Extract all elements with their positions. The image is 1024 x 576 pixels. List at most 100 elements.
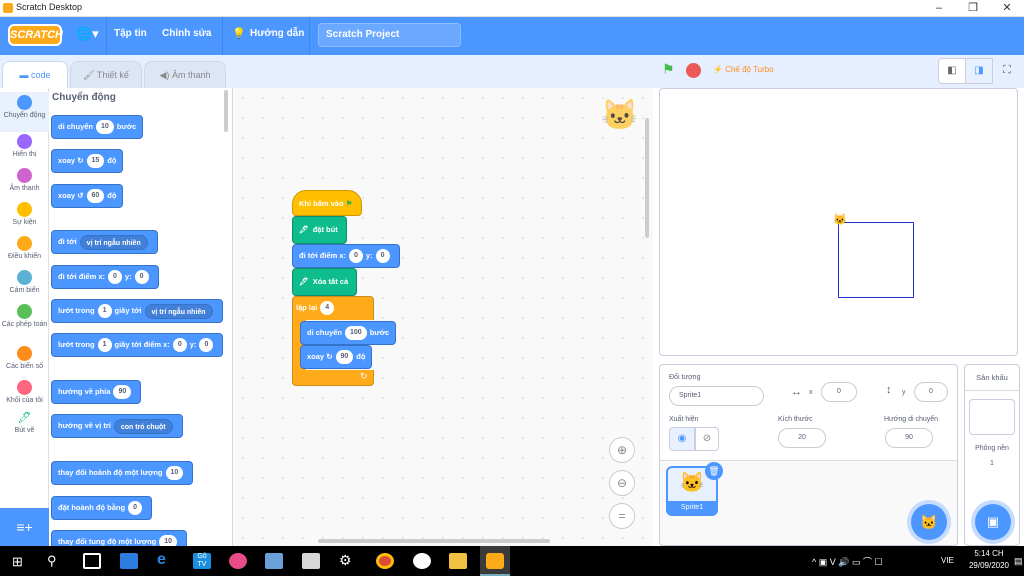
clock-date[interactable]: 29/09/2020: [966, 561, 1012, 570]
sprite-cat-icon[interactable]: 🐱: [833, 213, 847, 226]
block-input[interactable]: 1: [97, 304, 112, 319]
hide-eye-icon[interactable]: ⊘: [695, 427, 719, 451]
block-input[interactable]: 0: [134, 270, 149, 285]
block-input[interactable]: 60: [86, 189, 105, 204]
zoom-reset-button[interactable]: =: [609, 503, 635, 529]
block-change-y[interactable]: thay đổi tung độ một lượng 10: [51, 530, 188, 546]
block-turn-left[interactable]: xoay ↺ 60 độ: [51, 184, 124, 208]
script-workspace[interactable]: 🐱 Khi bấm vào ⚑ 🖊 đặt bút đi tới điểm x:…: [233, 88, 653, 546]
block-dropdown[interactable]: vị trí ngẫu nhiên: [144, 303, 213, 319]
clock-time[interactable]: 5:14 CH: [968, 549, 1010, 558]
zoom-out-button[interactable]: ⊖: [609, 470, 635, 496]
fullscreen-icon[interactable]: ⛶: [993, 58, 1021, 84]
stop-button[interactable]: [686, 63, 701, 78]
block-goto-xy[interactable]: đi tới điểm x: 0 y: 0: [51, 265, 159, 289]
category-operators[interactable]: Các phép toán: [0, 304, 49, 329]
block-dropdown[interactable]: vị trí ngẫu nhiên: [79, 234, 148, 250]
script-hat-block[interactable]: Khi bấm vào ⚑: [292, 190, 362, 216]
category-pen[interactable]: 🖊 Bút vẽ: [0, 413, 49, 435]
block-input[interactable]: 10: [159, 535, 178, 546]
sprite-name-input[interactable]: Sprite1: [669, 386, 764, 406]
block-input[interactable]: 10: [96, 120, 114, 135]
project-title-input[interactable]: Scratch Project: [318, 23, 461, 47]
category-my-blocks[interactable]: Khối của tôi: [0, 380, 49, 405]
file-explorer-icon[interactable]: [449, 553, 467, 569]
workspace-vscrollbar[interactable]: [645, 118, 649, 238]
windows-start-icon[interactable]: ⊞: [12, 554, 23, 570]
messenger-icon[interactable]: [413, 553, 431, 569]
block-input[interactable]: 0: [128, 501, 142, 516]
script-pen-down-block[interactable]: 🖊 đặt bút: [292, 216, 347, 244]
block-turn-right[interactable]: xoay ↻ 15 độ: [51, 149, 124, 173]
block-input[interactable]: 0: [108, 270, 122, 285]
stage-thumbnail[interactable]: [969, 399, 1015, 435]
workspace-hscrollbar[interactable]: [318, 539, 550, 543]
block-input[interactable]: 10: [165, 466, 184, 481]
size-input[interactable]: 20: [778, 428, 826, 448]
block-input[interactable]: 0: [172, 338, 187, 353]
add-extension-button[interactable]: ≡+: [0, 508, 49, 546]
large-stage-button[interactable]: ◨: [965, 58, 993, 84]
block-goto[interactable]: đi tới vị trí ngẫu nhiên: [51, 230, 158, 254]
settings-gear-icon[interactable]: ⚙: [339, 552, 352, 569]
small-stage-button[interactable]: ◧: [938, 58, 966, 84]
block-input[interactable]: 0: [349, 249, 363, 264]
block-glide[interactable]: lướt trong 1 giây tới vị trí ngẫu nhiên: [51, 299, 223, 323]
block-move[interactable]: di chuyển 10 bước: [51, 115, 144, 139]
maximize-button[interactable]: ❐: [956, 0, 990, 17]
gotv-icon[interactable]: Gõ TV: [193, 553, 211, 569]
zoom-in-button[interactable]: ⊕: [609, 437, 635, 463]
category-looks[interactable]: Hiển thị: [0, 134, 49, 159]
minimize-button[interactable]: –: [922, 0, 956, 17]
category-control[interactable]: Điều khiển: [0, 236, 49, 261]
block-point-towards[interactable]: hướng về vị trí con trỏ chuột: [51, 414, 183, 438]
computer-icon[interactable]: [265, 553, 283, 569]
block-input[interactable]: 0: [199, 338, 214, 353]
language-indicator[interactable]: VIE: [941, 556, 954, 565]
block-dropdown[interactable]: con trỏ chuột: [113, 418, 173, 434]
direction-input[interactable]: 90: [885, 428, 933, 448]
category-sensing[interactable]: Cảm biến: [0, 270, 49, 295]
edit-menu[interactable]: Chỉnh sửa: [162, 28, 211, 39]
block-set-x[interactable]: đặt hoành độ bằng 0: [51, 496, 152, 520]
add-sprite-button[interactable]: 🐱: [911, 504, 947, 540]
add-backdrop-button[interactable]: ▣: [975, 504, 1011, 540]
script-turn-block[interactable]: xoay ↻ 90 độ: [300, 345, 373, 369]
search-icon[interactable]: ⚲: [47, 553, 57, 569]
block-input[interactable]: 0: [375, 249, 390, 264]
color-app-icon[interactable]: [229, 553, 247, 569]
block-input[interactable]: 90: [113, 385, 132, 400]
delete-sprite-trash-icon[interactable]: 🗑: [705, 462, 723, 480]
scratch-taskbar-button[interactable]: [480, 546, 510, 576]
block-input[interactable]: 90: [335, 350, 354, 365]
green-flag-button[interactable]: ⚑: [662, 61, 675, 78]
block-input[interactable]: 100: [345, 326, 367, 341]
script-clear-block[interactable]: 🖊 Xóa tất cả: [292, 268, 358, 296]
block-input[interactable]: 4: [320, 301, 335, 316]
globe-icon[interactable]: 🌐▾: [76, 26, 102, 44]
script-goto-block[interactable]: đi tới điểm x: 0 y: 0: [292, 244, 400, 268]
show-eye-icon[interactable]: ◉: [669, 427, 695, 451]
tab-sounds[interactable]: ◀) Âm thanh: [144, 61, 226, 88]
system-tray-icons[interactable]: ^ ▣ V 🔊 ▭ ⌒ ☐: [812, 555, 883, 568]
palette-scrollbar[interactable]: [224, 90, 228, 132]
category-sound[interactable]: Âm thanh: [0, 168, 49, 193]
edge-icon[interactable]: e: [157, 551, 166, 569]
notification-icon[interactable]: ▤: [1014, 556, 1023, 567]
category-motion[interactable]: Chuyển động: [0, 92, 49, 132]
category-variables[interactable]: Các biến số: [0, 346, 49, 371]
close-button[interactable]: ✕: [990, 0, 1024, 17]
block-change-x[interactable]: thay đổi hoành độ một lượng 10: [51, 461, 194, 485]
block-point-direction[interactable]: hướng về phía 90: [51, 380, 142, 404]
y-input[interactable]: 0: [914, 382, 948, 402]
notepad-icon[interactable]: [302, 553, 320, 569]
chrome-icon[interactable]: [376, 553, 394, 569]
tutorials-menu[interactable]: Hướng dẫn: [250, 28, 304, 39]
file-menu[interactable]: Tập tin: [114, 28, 147, 39]
task-view-icon[interactable]: [83, 553, 101, 569]
tab-costumes[interactable]: 🖌 Thiết kế: [70, 61, 142, 88]
script-move-block[interactable]: di chuyển 100 bước: [300, 321, 397, 345]
zoom-app-icon[interactable]: [120, 553, 138, 569]
category-events[interactable]: Sự kiện: [0, 202, 49, 227]
stage-canvas[interactable]: 🐱: [659, 88, 1018, 356]
